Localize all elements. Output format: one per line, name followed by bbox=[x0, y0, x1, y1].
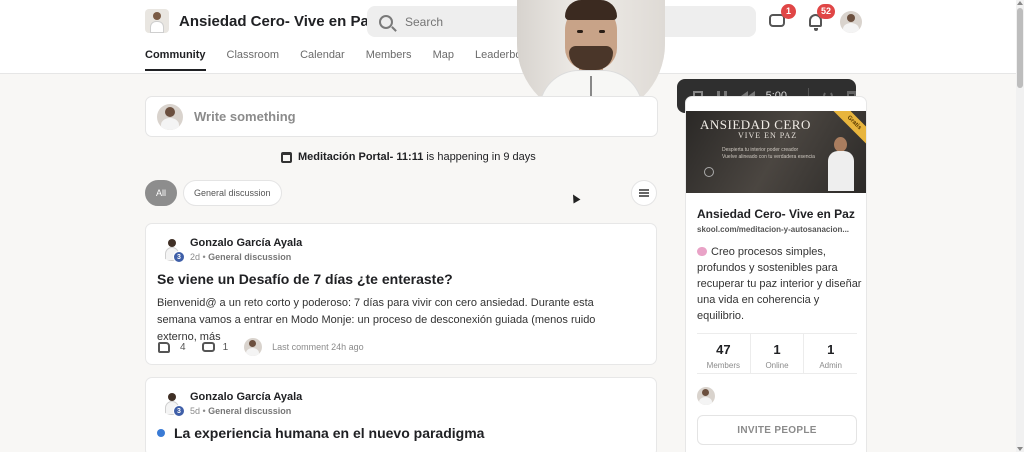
search-icon bbox=[379, 14, 393, 29]
post-card[interactable]: 3 Gonzalo García Ayala 5d • General disc… bbox=[145, 377, 657, 452]
calendar-icon bbox=[281, 151, 292, 163]
last-comment: Last comment 24h ago bbox=[272, 342, 364, 352]
sliders-icon bbox=[639, 189, 649, 197]
post-meta: 5d • General discussion bbox=[190, 406, 292, 416]
level-badge: 3 bbox=[173, 405, 185, 417]
stat-online[interactable]: 1 Online bbox=[751, 334, 805, 373]
cover-person bbox=[826, 137, 856, 193]
unread-dot-icon bbox=[157, 429, 165, 437]
comment-count: 1 bbox=[222, 341, 229, 353]
filter-settings-button[interactable] bbox=[631, 180, 657, 206]
filter-general-discussion[interactable]: General discussion bbox=[183, 180, 282, 206]
category-filters: All General discussion bbox=[145, 180, 282, 206]
chat-icon[interactable]: 1 bbox=[768, 4, 796, 32]
page-scrollbar[interactable] bbox=[1016, 0, 1024, 452]
community-logo bbox=[145, 9, 169, 33]
chat-badge: 1 bbox=[781, 4, 796, 19]
thumbs-up-icon[interactable] bbox=[158, 341, 170, 353]
community-description: Creo procesos simples, profundos y soste… bbox=[697, 246, 862, 322]
community-url[interactable]: skool.com/meditacion-y-autosanacion... bbox=[697, 225, 849, 234]
community-sidebar: ANSIEDAD CERO VIVE EN PAZ Despierta tu i… bbox=[685, 96, 867, 452]
bell-icon[interactable]: 52 bbox=[806, 4, 836, 32]
sidebar-community-name: Ansiedad Cero- Vive en Paz bbox=[697, 207, 855, 221]
event-when: is happening in 9 days bbox=[426, 151, 536, 163]
mouse-cursor-icon bbox=[569, 192, 581, 204]
commenter-avatar bbox=[244, 338, 263, 356]
level-badge: 3 bbox=[173, 251, 185, 263]
post-header: 3 Gonzalo García Ayala 5d • General disc… bbox=[160, 391, 302, 417]
post-meta: 2d • General discussion bbox=[190, 252, 292, 262]
post-title[interactable]: Se viene un Desafío de 7 días ¿te entera… bbox=[157, 271, 453, 287]
tab-community[interactable]: Community bbox=[145, 46, 206, 71]
post-header: 3 Gonzalo García Ayala 2d • General disc… bbox=[160, 237, 302, 263]
cover-subtitle: VIVE EN PAZ bbox=[738, 131, 798, 140]
tab-map[interactable]: Map bbox=[433, 46, 454, 71]
tab-classroom[interactable]: Classroom bbox=[227, 46, 280, 71]
main-nav: Community Classroom Calendar Members Map… bbox=[145, 46, 549, 71]
composer-placeholder: Write something bbox=[194, 109, 296, 124]
top-header: Ansiedad Cero- Vive en Paz ⌃⌄ 1 52 Commu… bbox=[0, 0, 1016, 74]
post-composer[interactable]: Write something bbox=[145, 96, 658, 137]
comment-icon[interactable] bbox=[201, 342, 215, 352]
event-name[interactable]: Meditación Portal- 11:11 bbox=[298, 151, 423, 163]
event-banner[interactable]: Meditación Portal- 11:11 is happening in… bbox=[281, 151, 536, 163]
notifications-badge: 52 bbox=[817, 4, 836, 19]
like-count: 4 bbox=[180, 341, 186, 353]
cover-line: Despierta tu interior poder creador bbox=[722, 147, 799, 153]
post-title[interactable]: La experiencia humana en el nuevo paradi… bbox=[157, 425, 484, 441]
author-name[interactable]: Gonzalo García Ayala bbox=[190, 391, 302, 403]
stat-members[interactable]: 47 Members bbox=[697, 334, 751, 373]
filter-all[interactable]: All bbox=[145, 180, 178, 206]
community-cover-image: ANSIEDAD CERO VIVE EN PAZ Despierta tu i… bbox=[686, 111, 866, 193]
stat-admin[interactable]: 1 Admin bbox=[804, 334, 857, 373]
post-footer: 4 1 Last comment 24h ago bbox=[158, 338, 364, 356]
tab-members[interactable]: Members bbox=[366, 46, 412, 71]
invite-people-button[interactable]: INVITE PEOPLE bbox=[697, 415, 857, 445]
community-name: Ansiedad Cero- Vive en Paz bbox=[179, 12, 377, 30]
tab-calendar[interactable]: Calendar bbox=[300, 46, 345, 71]
avatar bbox=[157, 103, 183, 130]
cover-logo-icon bbox=[704, 167, 714, 177]
brain-icon bbox=[697, 247, 707, 256]
author-name[interactable]: Gonzalo García Ayala bbox=[190, 237, 302, 249]
community-stats: 47 Members 1 Online 1 Admin bbox=[697, 333, 857, 374]
user-avatar[interactable] bbox=[840, 11, 862, 33]
member-avatar[interactable] bbox=[697, 387, 715, 405]
community-switcher[interactable]: Ansiedad Cero- Vive en Paz ⌃⌄ bbox=[145, 9, 404, 33]
cover-line: Vuelve alineado con tu verdadera esencia bbox=[722, 154, 815, 160]
post-card[interactable]: 3 Gonzalo García Ayala 2d • General disc… bbox=[145, 223, 657, 365]
